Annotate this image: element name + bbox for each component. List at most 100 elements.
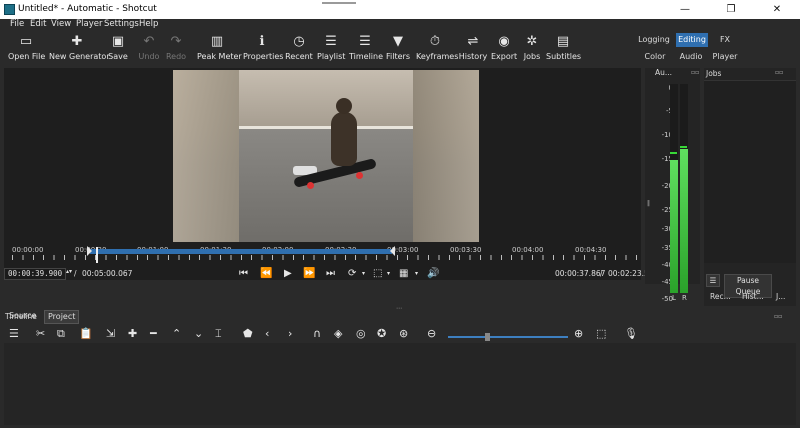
ripple-markers-icon[interactable]: ⊛ xyxy=(399,326,408,342)
zoom-out-icon[interactable]: ⊖ xyxy=(427,326,436,342)
ruler-tick-label: 00:00:00 xyxy=(12,246,44,254)
jobs-menu-icon[interactable]: ☰ xyxy=(706,274,720,287)
recent-button[interactable]: ◷ Recent xyxy=(285,32,313,67)
previous-marker-icon[interactable]: ‹ xyxy=(265,326,269,342)
timeline-tracks-area[interactable] xyxy=(4,343,796,425)
duration-label: 00:05:00.067 xyxy=(82,269,133,278)
timeline-header: Timeline ⋯ ▫▫ xyxy=(0,305,800,322)
menu-player[interactable]: Player xyxy=(76,19,102,30)
zoom-icon[interactable]: ⬚ xyxy=(373,267,382,281)
cut-icon[interactable]: ✂ xyxy=(36,326,45,342)
rewind-icon[interactable]: ⏪ xyxy=(260,267,272,281)
ruler-tick-label: 00:04:30 xyxy=(575,246,607,254)
zoom-slider-handle[interactable] xyxy=(485,333,490,341)
zoom-fit-icon[interactable]: ⬚ xyxy=(596,326,606,342)
cat-shape xyxy=(331,112,357,166)
remove-icon[interactable]: ━ xyxy=(150,326,157,342)
out-point-marker[interactable] xyxy=(390,246,395,256)
undo-button[interactable]: ↶ Undo xyxy=(136,32,162,67)
position-timecode[interactable]: 00:00:39.900 xyxy=(4,268,66,280)
snap-icon[interactable]: ∩ xyxy=(313,326,321,342)
layout-fx[interactable]: FX xyxy=(714,33,736,47)
append-icon[interactable]: ⇲ xyxy=(106,326,115,342)
volume-icon[interactable]: 🔊 xyxy=(427,267,439,281)
loop-icon[interactable]: ⟳ xyxy=(348,267,356,281)
menu-file[interactable]: File xyxy=(10,19,24,30)
zoom-slider[interactable] xyxy=(448,336,568,338)
lift-icon[interactable]: ⌃ xyxy=(172,326,181,342)
play-icon[interactable]: ▶ xyxy=(284,267,292,281)
peak-meter-button[interactable]: ▥ Peak Meter xyxy=(197,32,242,67)
export-button[interactable]: ◉ Export xyxy=(491,32,517,67)
player-ruler[interactable]: 00:00:00 00:00:30 00:01:00 00:01:30 00:0… xyxy=(4,246,641,264)
properties-icon: ℹ xyxy=(259,34,265,49)
menu-view[interactable]: View xyxy=(51,19,71,30)
marker-icon[interactable]: ⬟ xyxy=(243,326,253,342)
paste-icon[interactable]: 📋 xyxy=(79,326,93,342)
chevron-down-icon[interactable]: ▾ xyxy=(362,267,365,281)
layout-audio[interactable]: Audio xyxy=(678,50,704,64)
in-point-marker[interactable] xyxy=(87,246,92,256)
layout-color[interactable]: Color xyxy=(643,50,667,64)
right-channel-label: R xyxy=(682,294,687,302)
splitter-handle[interactable]: ⋯ xyxy=(396,305,402,312)
split-icon[interactable]: ⌶ xyxy=(215,326,222,342)
maximize-button[interactable]: ❐ xyxy=(708,0,754,19)
new-generator-button[interactable]: ✚ New Generator xyxy=(49,32,110,67)
scrub-icon[interactable]: ◈ xyxy=(334,326,342,342)
keyframes-button[interactable]: ⏱ Keyframes xyxy=(416,32,458,67)
next-marker-icon[interactable]: › xyxy=(288,326,292,342)
playlist-button[interactable]: ☰ Playlist xyxy=(317,32,345,67)
record-audio-icon[interactable]: 🎙 xyxy=(624,326,638,342)
chevron-down-icon[interactable]: ▾ xyxy=(387,267,390,281)
skip-next-icon[interactable]: ⏭ xyxy=(326,267,335,281)
save-button[interactable]: ▣ Save xyxy=(106,32,130,67)
add-icon[interactable]: ✚ xyxy=(128,326,137,342)
layout-editing[interactable]: Editing xyxy=(676,33,708,47)
layout-logging[interactable]: Logging xyxy=(637,33,671,47)
main-toolbar: ▭ Open File ✚ New Generator ▣ Save ↶ Und… xyxy=(0,32,800,67)
close-button[interactable]: ✕ xyxy=(754,0,800,19)
float-panel-icon[interactable]: ▫▫ xyxy=(774,313,782,320)
jobs-button[interactable]: ✲ Jobs xyxy=(521,32,543,67)
timeline-toolbar: ☰ ✂ ⧉ 📋 ⇲ ✚ ━ ⌃ ⌄ ⌶ ⬟ ‹ › ∩ ◈ ◎ ✪ ⊛ ⊖ ⊕ … xyxy=(0,324,800,344)
menu-edit[interactable]: Edit xyxy=(30,19,46,30)
overwrite-icon[interactable]: ⌄ xyxy=(194,326,203,342)
window-titlebar: Untitled* - Automatic - Shotcut — ❐ ✕ xyxy=(0,0,800,19)
skip-previous-icon[interactable]: ⏮ xyxy=(239,267,248,281)
timecode-spinner-icon[interactable]: ▴▾ xyxy=(66,268,72,275)
tab-jobs[interactable]: J... xyxy=(776,292,785,302)
subtitles-button[interactable]: ▤ Subtitles xyxy=(546,32,581,67)
redo-button[interactable]: ↷ Redo xyxy=(163,32,189,67)
float-panel-icon[interactable]: ▫▫ xyxy=(691,69,699,76)
timeline-icon: ☰ xyxy=(359,34,371,49)
filters-button[interactable]: ▼ Filters xyxy=(386,32,410,67)
zoom-in-icon[interactable]: ⊕ xyxy=(574,326,583,342)
left-channel-level xyxy=(670,160,678,293)
chevron-down-icon[interactable]: ▾ xyxy=(415,267,418,281)
ripple-all-tracks-icon[interactable]: ✪ xyxy=(377,326,386,342)
copy-icon[interactable]: ⧉ xyxy=(57,326,65,342)
open-file-button[interactable]: ▭ Open File xyxy=(8,32,45,67)
history-button[interactable]: ⇌ History xyxy=(458,32,488,67)
ripple-icon[interactable]: ◎ xyxy=(356,326,366,342)
tab-history[interactable]: Hist... xyxy=(742,292,764,302)
timeline-button[interactable]: ☰ Timeline xyxy=(349,32,383,67)
left-channel-meter xyxy=(670,84,678,293)
float-panel-icon[interactable]: ▫▫ xyxy=(775,69,783,76)
grid-icon[interactable]: ▦ xyxy=(399,267,408,281)
jobs-list[interactable] xyxy=(704,80,796,263)
menu-settings[interactable]: Settings xyxy=(104,19,139,30)
menu-help[interactable]: Help xyxy=(139,19,158,30)
fast-forward-icon[interactable]: ⏩ xyxy=(303,267,315,281)
playhead[interactable] xyxy=(95,247,98,263)
recent-icon: ◷ xyxy=(293,34,305,49)
video-preview[interactable] xyxy=(173,70,479,242)
minimize-button[interactable]: — xyxy=(662,0,708,19)
layout-player[interactable]: Player xyxy=(712,50,738,64)
peak-meter-icon: ▥ xyxy=(210,34,224,49)
properties-button[interactable]: ℹ Properties xyxy=(243,32,283,67)
tab-recent[interactable]: Rec... xyxy=(710,292,731,302)
audio-peak-meter-panel: Au... ▫▫ 0 -5 -10 -15 -20 -25 -30 -35 -4… xyxy=(645,68,700,303)
timeline-menu-icon[interactable]: ☰ xyxy=(9,326,19,342)
